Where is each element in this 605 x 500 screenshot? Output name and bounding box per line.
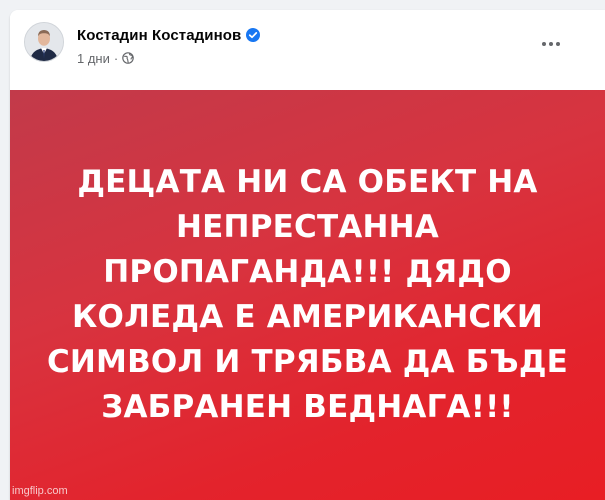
post-meta: 1 дни · (77, 50, 135, 66)
post-image-text-line: ПРОПАГАНДА!!! ДЯДО (103, 254, 512, 290)
post-header: Костадин Костадинов 1 дни · (10, 10, 605, 90)
post-card: Костадин Костадинов 1 дни · ДЕЦАТА НИ СА… (10, 10, 605, 500)
verified-badge-icon (246, 28, 261, 42)
post-image-text-line: СИМВОЛ И ТРЯБВА ДА БЪДЕ (46, 344, 569, 380)
more-options-button[interactable] (538, 34, 564, 54)
author-avatar[interactable] (24, 22, 64, 62)
globe-icon (122, 52, 135, 64)
more-horizontal-icon (542, 42, 560, 46)
post-image-text-line: НЕПРЕСТАННА (176, 209, 439, 245)
post-image-text-line: ДЕЦАТА НИ СА ОБЕКТ НА (77, 164, 538, 200)
avatar-portrait (25, 23, 63, 61)
author-row: Костадин Костадинов (77, 25, 261, 45)
author-name[interactable]: Костадин Костадинов (77, 27, 241, 44)
post-image[interactable]: ДЕЦАТА НИ СА ОБЕКТ НА НЕПРЕСТАННА ПРОПАГ… (10, 90, 605, 500)
post-image-text-line: КОЛЕДА Е АМЕРИКАНСКИ (72, 299, 543, 335)
post-timestamp[interactable]: 1 дни (77, 51, 110, 66)
imgflip-watermark: imgflip.com (12, 485, 68, 497)
post-image-text-line: ЗАБРАНЕН ВЕДНАГА!!! (101, 389, 514, 425)
post-image-text: ДЕЦАТА НИ СА ОБЕКТ НА НЕПРЕСТАННА ПРОПАГ… (10, 160, 605, 430)
meta-separator: · (113, 50, 119, 66)
